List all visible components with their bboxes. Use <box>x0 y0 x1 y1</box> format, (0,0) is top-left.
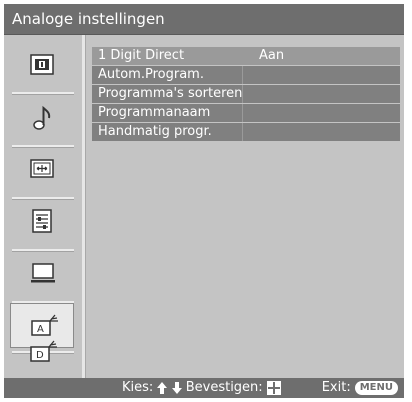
setting-row-sort-programs[interactable]: Programma's sorteren <box>92 85 400 103</box>
setting-label: 1 Digit Direct <box>98 48 185 63</box>
digital-antenna-icon: D <box>30 340 57 362</box>
setup-list-icon <box>32 209 52 233</box>
footer-bar: Kies: Bevestigen: Exit: MENU <box>4 378 404 398</box>
setting-label: Autom.Program. <box>98 67 204 82</box>
title-bar: Analoge instellingen <box>4 4 404 35</box>
settings-list: 1 Digit Direct Aan Autom.Program. Progra… <box>92 47 400 142</box>
setting-value: Aan <box>259 48 285 63</box>
exit-label: Exit: <box>321 380 351 395</box>
confirm-label: Bevestigen: <box>185 380 263 395</box>
arrow-up-icon <box>157 382 168 394</box>
enter-button-icon <box>266 381 281 395</box>
setting-row-1-digit-direct[interactable]: 1 Digit Direct Aan <box>92 47 400 65</box>
svg-text:D: D <box>36 350 44 361</box>
tv-menu-screen: Analoge instellingen A D 1 Digit Direct … <box>0 0 412 402</box>
sidebar-divider <box>12 92 74 95</box>
sidebar: A D <box>4 35 80 378</box>
arrow-down-icon <box>171 382 182 394</box>
setting-value-cell: Aan <box>242 47 400 65</box>
setting-label: Programmanaam <box>98 105 211 120</box>
sidebar-item-digital-settings[interactable]: D <box>10 331 74 377</box>
menu-button[interactable]: MENU <box>354 380 398 395</box>
setting-row-manual-program[interactable]: Handmatig progr. <box>92 123 400 141</box>
setting-value-cell <box>242 66 400 84</box>
picture-icon <box>30 54 54 75</box>
sidebar-item-setup[interactable] <box>10 200 74 245</box>
setting-label: Programma's sorteren <box>98 86 243 101</box>
sidebar-item-sound[interactable] <box>10 96 74 141</box>
screen-icon <box>30 159 54 178</box>
sidebar-item-screen[interactable] <box>10 148 74 193</box>
setting-row-program-name[interactable]: Programmanaam <box>92 104 400 122</box>
setting-label: Handmatig progr. <box>98 124 212 139</box>
sidebar-divider-vertical <box>82 35 86 378</box>
setting-value-cell <box>242 123 400 141</box>
sound-note-icon <box>33 105 51 130</box>
setting-value-cell <box>242 104 400 122</box>
exit-hint: Exit: MENU <box>322 380 398 396</box>
sidebar-item-pc[interactable] <box>10 252 74 297</box>
setting-value-cell <box>242 85 400 103</box>
page-title: Analoge instellingen <box>12 10 165 28</box>
setting-row-auto-program[interactable]: Autom.Program. <box>92 66 400 84</box>
sidebar-item-picture[interactable] <box>10 44 74 89</box>
navigation-hints: Kies: Bevestigen: <box>122 380 281 397</box>
pc-monitor-icon <box>31 263 55 283</box>
menu-panel: A D 1 Digit Direct Aan Autom.Program. Pr… <box>4 35 404 378</box>
select-label: Kies: <box>122 380 154 395</box>
